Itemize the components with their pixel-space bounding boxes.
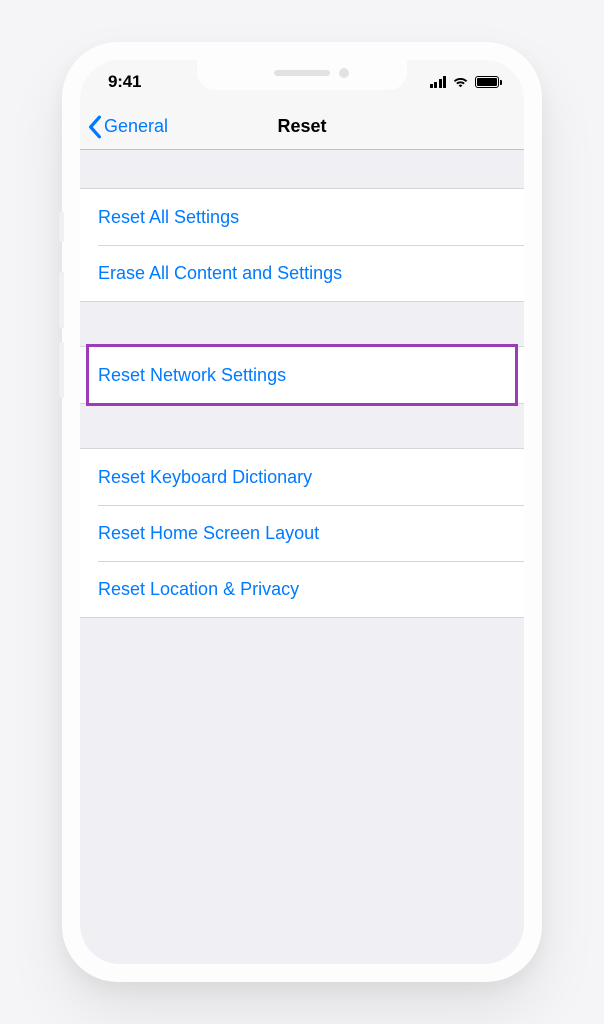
row-label: Erase All Content and Settings (98, 263, 342, 284)
row-label: Reset All Settings (98, 207, 239, 228)
back-button[interactable]: General (80, 115, 168, 139)
chevron-left-icon (88, 115, 102, 139)
screen: 9:41 Gene (80, 60, 524, 964)
row-label: Reset Network Settings (98, 365, 286, 386)
back-label: General (104, 116, 168, 137)
volume-down-button (58, 342, 64, 398)
phone-frame: 9:41 Gene (62, 42, 542, 982)
volume-up-button (58, 272, 64, 328)
group-spacer (80, 150, 524, 188)
content: Reset All Settings Erase All Content and… (80, 150, 524, 618)
cellular-icon (430, 76, 447, 88)
highlighted-group: Reset Network Settings (80, 346, 524, 404)
status-icons (430, 76, 503, 88)
erase-all-content-row[interactable]: Erase All Content and Settings (80, 245, 524, 301)
speaker-grille (274, 70, 330, 76)
reset-all-settings-row[interactable]: Reset All Settings (80, 189, 524, 245)
notch (197, 60, 407, 90)
row-label: Reset Home Screen Layout (98, 523, 319, 544)
reset-group-2: Reset Network Settings (80, 346, 524, 404)
group-spacer (80, 302, 524, 346)
row-label: Reset Keyboard Dictionary (98, 467, 312, 488)
battery-icon (475, 76, 502, 88)
reset-group-3: Reset Keyboard Dictionary Reset Home Scr… (80, 448, 524, 618)
reset-location-privacy-row[interactable]: Reset Location & Privacy (80, 561, 524, 617)
reset-network-settings-row[interactable]: Reset Network Settings (80, 347, 524, 403)
reset-group-1: Reset All Settings Erase All Content and… (80, 188, 524, 302)
group-spacer (80, 404, 524, 448)
row-label: Reset Location & Privacy (98, 579, 299, 600)
reset-home-screen-layout-row[interactable]: Reset Home Screen Layout (80, 505, 524, 561)
status-time: 9:41 (108, 72, 141, 92)
reset-keyboard-dictionary-row[interactable]: Reset Keyboard Dictionary (80, 449, 524, 505)
front-camera (339, 68, 349, 78)
wifi-icon (452, 76, 469, 88)
mute-switch (58, 212, 64, 242)
nav-bar: General Reset (80, 104, 524, 150)
